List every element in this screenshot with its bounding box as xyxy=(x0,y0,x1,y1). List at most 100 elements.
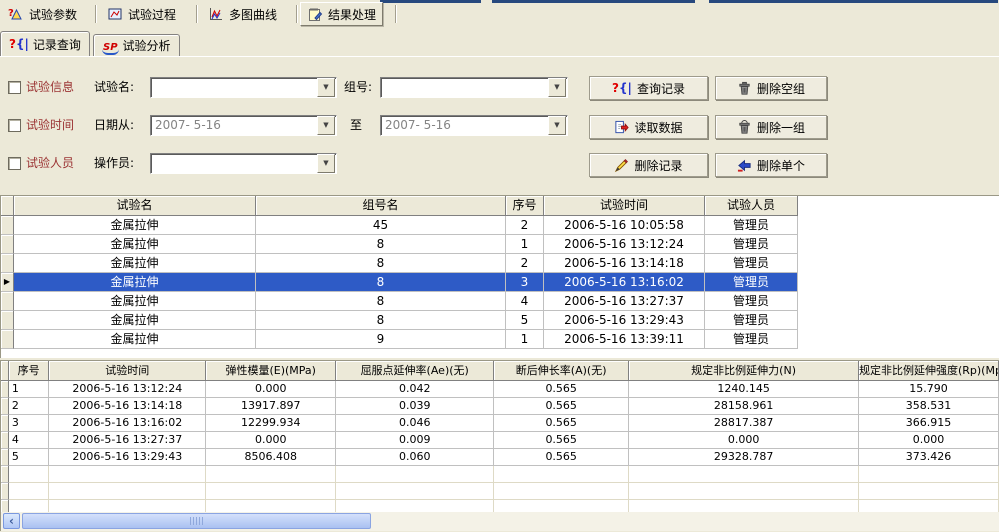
cell[interactable]: 373.426 xyxy=(859,449,999,466)
table-row[interactable]: 金属拉伸 8 2 2006-5-16 13:14:18 管理员 xyxy=(1,254,999,273)
cell[interactable]: 2006-5-16 13:16:02 xyxy=(49,415,206,432)
dropdown-button[interactable]: ▼ xyxy=(317,154,335,173)
cell[interactable]: 0.565 xyxy=(494,415,629,432)
cell[interactable]: 4 xyxy=(9,432,49,449)
date-to-picker[interactable]: 2007- 5-16 ▼ xyxy=(380,115,568,136)
test-info-checkbox[interactable] xyxy=(8,81,21,94)
cell[interactable]: 8 xyxy=(256,273,506,292)
cell[interactable]: 0.565 xyxy=(494,398,629,415)
cell[interactable]: 2006-5-16 13:39:11 xyxy=(544,330,705,349)
row-selector[interactable] xyxy=(1,415,9,432)
toolbar-button-test-params[interactable]: ? 试验参数 xyxy=(2,2,83,26)
cell[interactable]: 管理员 xyxy=(705,330,798,349)
cell[interactable]: 2006-5-16 13:14:18 xyxy=(544,254,705,273)
group-number-combobox[interactable]: ▼ xyxy=(380,77,568,98)
cell[interactable]: 金属拉伸 xyxy=(14,330,256,349)
cell[interactable]: 13917.897 xyxy=(206,398,336,415)
cell[interactable]: 28817.387 xyxy=(629,415,859,432)
cell[interactable]: 2 xyxy=(506,216,544,235)
cell[interactable]: 2006-5-16 13:27:37 xyxy=(49,432,206,449)
cell[interactable]: 2006-5-16 13:29:43 xyxy=(49,449,206,466)
cell[interactable]: 366.915 xyxy=(859,415,999,432)
cell[interactable]: 8 xyxy=(256,235,506,254)
table-row[interactable]: 4 2006-5-16 13:27:37 0.000 0.009 0.565 0… xyxy=(1,432,999,449)
row-selector[interactable] xyxy=(1,432,9,449)
cell[interactable]: 金属拉伸 xyxy=(14,292,256,311)
cell[interactable]: 0.565 xyxy=(494,449,629,466)
cell[interactable]: 45 xyxy=(256,216,506,235)
cell[interactable]: 5 xyxy=(9,449,49,466)
cell[interactable]: 15.790 xyxy=(859,381,999,398)
cell[interactable]: 0.000 xyxy=(206,432,336,449)
cell[interactable]: 29328.787 xyxy=(629,449,859,466)
query-records-button[interactable]: ?{| 查询记录 xyxy=(589,76,708,100)
dropdown-button[interactable]: ▼ xyxy=(548,78,566,97)
cell[interactable]: 管理员 xyxy=(705,254,798,273)
horizontal-scrollbar[interactable]: ‹ xyxy=(0,512,999,531)
row-selector[interactable] xyxy=(1,330,14,349)
cell[interactable]: 2006-5-16 13:29:43 xyxy=(544,311,705,330)
row-selector[interactable] xyxy=(1,311,14,330)
cell[interactable]: 2006-5-16 10:05:58 xyxy=(544,216,705,235)
toolbar-button-results[interactable]: 结果处理 xyxy=(300,2,383,26)
cell[interactable]: 28158.961 xyxy=(629,398,859,415)
row-selector-current[interactable]: ▶ xyxy=(1,273,14,292)
dropdown-button[interactable]: ▼ xyxy=(317,116,335,135)
tab-test-analysis[interactable]: SP 试验分析 xyxy=(93,34,180,56)
toolbar-button-test-process[interactable]: 试验过程 xyxy=(101,2,182,26)
cell[interactable]: 0.042 xyxy=(336,381,494,398)
cell[interactable]: 2 xyxy=(506,254,544,273)
read-data-button[interactable]: 读取数据 xyxy=(589,115,708,139)
test-name-combobox[interactable]: ▼ xyxy=(150,77,337,98)
cell[interactable]: 管理员 xyxy=(705,235,798,254)
cell[interactable]: 2006-5-16 13:12:24 xyxy=(49,381,206,398)
tab-record-query[interactable]: ?{| 记录查询 xyxy=(0,31,90,56)
cell[interactable]: 0.046 xyxy=(336,415,494,432)
toolbar-button-multi-curves[interactable]: 多图曲线 xyxy=(202,2,283,26)
dropdown-button[interactable]: ▼ xyxy=(548,116,566,135)
delete-records-button[interactable]: 删除记录 xyxy=(589,153,708,177)
cell[interactable]: 管理员 xyxy=(705,216,798,235)
cell[interactable]: 2006-5-16 13:27:37 xyxy=(544,292,705,311)
cell[interactable]: 金属拉伸 xyxy=(14,216,256,235)
cell[interactable]: 金属拉伸 xyxy=(14,235,256,254)
cell[interactable]: 8506.408 xyxy=(206,449,336,466)
cell[interactable]: 1 xyxy=(506,235,544,254)
cell[interactable]: 9 xyxy=(256,330,506,349)
cell[interactable]: 358.531 xyxy=(859,398,999,415)
date-from-picker[interactable]: 2007- 5-16 ▼ xyxy=(150,115,337,136)
row-selector[interactable] xyxy=(1,292,14,311)
cell[interactable]: 0.565 xyxy=(494,381,629,398)
table-row[interactable]: 金属拉伸 8 5 2006-5-16 13:29:43 管理员 xyxy=(1,311,999,330)
cell[interactable]: 0.060 xyxy=(336,449,494,466)
scroll-left-button[interactable]: ‹ xyxy=(3,513,20,529)
cell[interactable]: 1240.145 xyxy=(629,381,859,398)
row-selector[interactable] xyxy=(1,254,14,273)
table-row[interactable]: 2 2006-5-16 13:14:18 13917.897 0.039 0.5… xyxy=(1,398,999,415)
test-time-checkbox[interactable] xyxy=(8,119,21,132)
table-row[interactable]: 金属拉伸 8 4 2006-5-16 13:27:37 管理员 xyxy=(1,292,999,311)
cell[interactable]: 金属拉伸 xyxy=(14,273,256,292)
table-row[interactable]: 5 2006-5-16 13:29:43 8506.408 0.060 0.56… xyxy=(1,449,999,466)
row-selector[interactable] xyxy=(1,398,9,415)
table-row[interactable]: 1 2006-5-16 13:12:24 0.000 0.042 0.565 1… xyxy=(1,381,999,398)
table-row[interactable]: 3 2006-5-16 13:16:02 12299.934 0.046 0.5… xyxy=(1,415,999,432)
cell[interactable]: 管理员 xyxy=(705,311,798,330)
row-selector[interactable] xyxy=(1,449,9,466)
cell[interactable]: 2 xyxy=(9,398,49,415)
cell[interactable]: 1 xyxy=(9,381,49,398)
dropdown-button[interactable]: ▼ xyxy=(317,78,335,97)
cell[interactable]: 2006-5-16 13:14:18 xyxy=(49,398,206,415)
operator-combobox[interactable]: ▼ xyxy=(150,153,337,174)
row-selector[interactable] xyxy=(1,381,9,398)
cell[interactable]: 金属拉伸 xyxy=(14,254,256,273)
row-selector[interactable] xyxy=(1,216,14,235)
cell[interactable]: 8 xyxy=(256,292,506,311)
test-person-checkbox[interactable] xyxy=(8,157,21,170)
table-row[interactable]: 金属拉伸 45 2 2006-5-16 10:05:58 管理员 xyxy=(1,216,999,235)
cell[interactable]: 0.000 xyxy=(206,381,336,398)
row-selector[interactable] xyxy=(1,235,14,254)
cell[interactable]: 0.000 xyxy=(629,432,859,449)
cell[interactable]: 管理员 xyxy=(705,292,798,311)
cell[interactable]: 0.039 xyxy=(336,398,494,415)
